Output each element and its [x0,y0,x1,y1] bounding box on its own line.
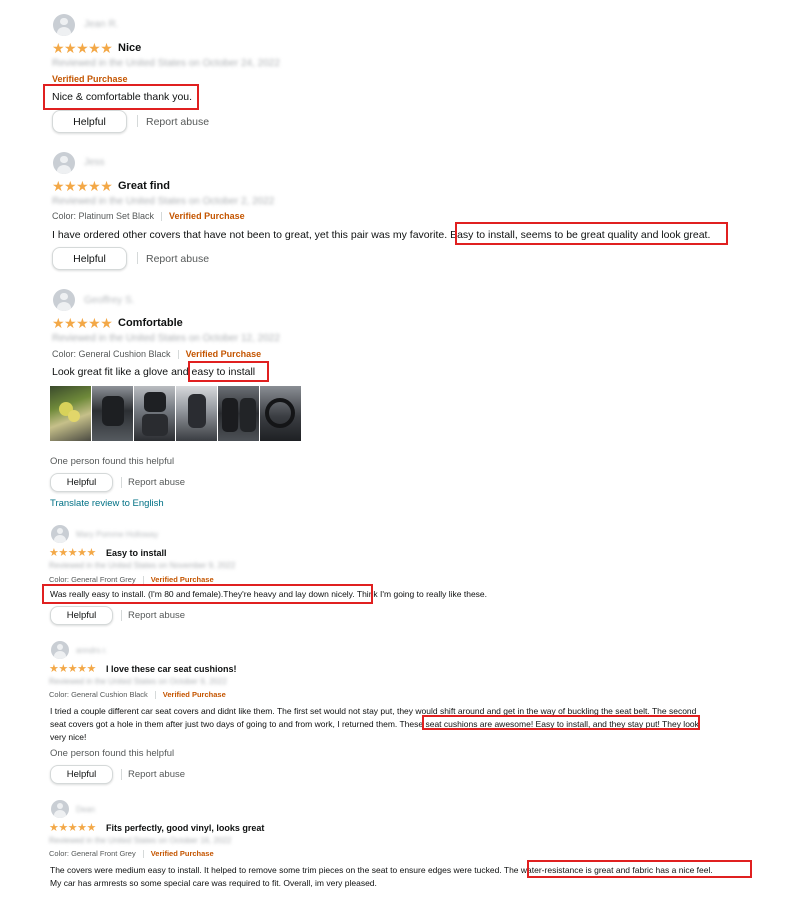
review-meta: Verified Purchase [52,74,128,84]
helpful-button[interactable]: Helpful [52,247,127,270]
review-photo-1[interactable] [50,386,91,441]
review-date: Reviewed in the United States on October… [49,677,227,686]
report-abuse-link[interactable]: Report abuse [128,610,185,621]
divider [177,350,179,360]
review-text-line: very nice! [50,732,87,742]
star-rating-icon[interactable]: ★★★★★ [49,821,96,834]
report-abuse-link[interactable]: Report abuse [146,253,209,265]
review-meta: Color: General Cushion Black Verified Pur… [49,690,226,699]
review-text: Nice & comfortable thank you. [52,91,193,103]
report-abuse-link[interactable]: Report abuse [146,116,209,128]
star-rating-icon[interactable]: ★★★★★ [49,662,96,675]
helpful-button[interactable]: Helpful [52,110,127,133]
review-date: Reviewed in the United States on Novembe… [49,561,236,570]
review-text-line: My car has armrests so some special care… [50,878,377,888]
review-title[interactable]: Nice [118,42,141,54]
divider [154,691,156,699]
reviewer-avatar [53,152,75,174]
translate-review-link[interactable]: Translate review to English [50,498,164,509]
reviewer-name[interactable]: Mary Pomme Holloway [76,530,158,539]
review-text-line: I tried a couple different car seat cove… [50,706,697,716]
helpful-count: One person found this helpful [50,456,175,467]
review-text-highlighted: easy to install [191,366,256,378]
review-text-part: Look great fit like a glove and [52,366,189,378]
review-meta: Color: General Front Grey Verified Purcha… [49,575,214,584]
verified-purchase-badge: Verified Purchase [185,349,262,359]
product-variant: Color: General Cushion Black [52,349,171,359]
product-variant: Color: General Front Grey [49,575,136,584]
divider [137,252,138,264]
review-text-line: The covers were medium easy to install. … [50,864,713,877]
review-photo-5[interactable] [218,386,259,441]
verified-purchase-badge: Verified Purchase [150,575,214,584]
review-text: Was really easy to install. (I'm 80 and … [50,589,487,599]
reviewer-avatar [53,289,75,311]
report-abuse-link[interactable]: Report abuse [128,477,185,488]
product-variant: Color: General Cushion Black [49,690,148,699]
product-variant: Color: General Front Grey [49,849,136,858]
review-title[interactable]: Easy to install [106,548,167,558]
report-abuse-link[interactable]: Report abuse [128,769,185,780]
star-rating-icon[interactable]: ★★★★★ [52,178,113,195]
review-text-highlighted: The water-resistance is great and fabric… [503,865,713,875]
review-text-part: seat covers got a hole in them after jus… [50,719,398,729]
reviewer-name[interactable]: Dean [76,805,95,814]
divider [137,115,138,127]
review-title[interactable]: I love these car seat cushions! [106,664,237,674]
reviewer-name[interactable]: Jean R. [84,19,118,30]
star-rating-icon[interactable]: ★★★★★ [52,315,113,332]
divider [121,477,122,488]
review-text-line: seat covers got a hole in them after jus… [50,718,699,731]
product-variant: Color: Platinum Set Black [52,211,155,221]
helpful-count: One person found this helpful [50,748,175,759]
review-photo-3[interactable] [134,386,175,441]
reviewer-name[interactable]: anndrs r. [76,646,107,655]
verified-purchase-badge: Verified Purchase [169,211,245,221]
review-text: I tried a couple different car seat cove… [50,705,699,744]
reviewer-avatar [51,800,69,818]
review-date: Reviewed in the United States on October… [52,196,275,207]
star-rating-icon[interactable]: ★★★★★ [49,546,96,559]
verified-purchase-badge: Verified Purchase [52,74,128,84]
star-rating-icon[interactable]: ★★★★★ [52,40,113,57]
helpful-button[interactable]: Helpful [50,473,113,492]
review-meta: Color: General Front Grey Verified Purcha… [49,849,214,858]
review-meta: Color: General Cushion Black Verified Pur… [52,349,262,360]
divider [142,576,144,584]
review-title[interactable]: Fits perfectly, good vinyl, looks great [106,823,264,833]
review-text-highlighted: These seat cushions are awesome! Easy to… [399,719,660,729]
review-date: Reviewed in the United States on October… [49,836,232,845]
review-text-part: I have ordered other covers that have no… [52,229,448,241]
review-date: Reviewed in the United States on October… [52,58,280,69]
divider [121,610,122,621]
divider [121,769,122,780]
review-title[interactable]: Comfortable [118,317,183,329]
reviewer-avatar [51,525,69,543]
review-text-part: Think I'm going to really like these. [356,589,488,599]
divider [161,212,163,222]
reviewer-name[interactable]: Geoffrey S. [84,295,134,306]
review-text: I have ordered other covers that have no… [52,229,710,241]
verified-purchase-badge: Verified Purchase [150,849,214,858]
helpful-button[interactable]: Helpful [50,765,113,784]
verified-purchase-badge: Verified Purchase [162,690,226,699]
review-text-part: The covers were medium easy to install. … [50,865,502,875]
review-text-highlighted: Easy to install, seems to be great quali… [450,229,711,241]
helpful-button[interactable]: Helpful [50,606,113,625]
reviewer-avatar [53,14,75,36]
divider [142,850,144,858]
review-text-highlighted: Was really easy to install. (I'm 80 and … [50,589,355,599]
review-text: The covers were medium easy to install. … [50,864,713,890]
review-photo-2[interactable] [92,386,133,441]
review-title[interactable]: Great find [118,180,170,192]
reviewer-avatar [51,641,69,659]
review-photo-4[interactable] [176,386,217,441]
review-text-part: They look [662,719,699,729]
review-text: Look great fit like a glove and easy to … [52,366,255,378]
reviewer-name[interactable]: Jess [84,157,105,168]
review-date: Reviewed in the United States on October… [52,333,280,344]
review-meta: Color: Platinum Set Black Verified Purcha… [52,211,245,222]
review-photo-6[interactable] [260,386,301,441]
